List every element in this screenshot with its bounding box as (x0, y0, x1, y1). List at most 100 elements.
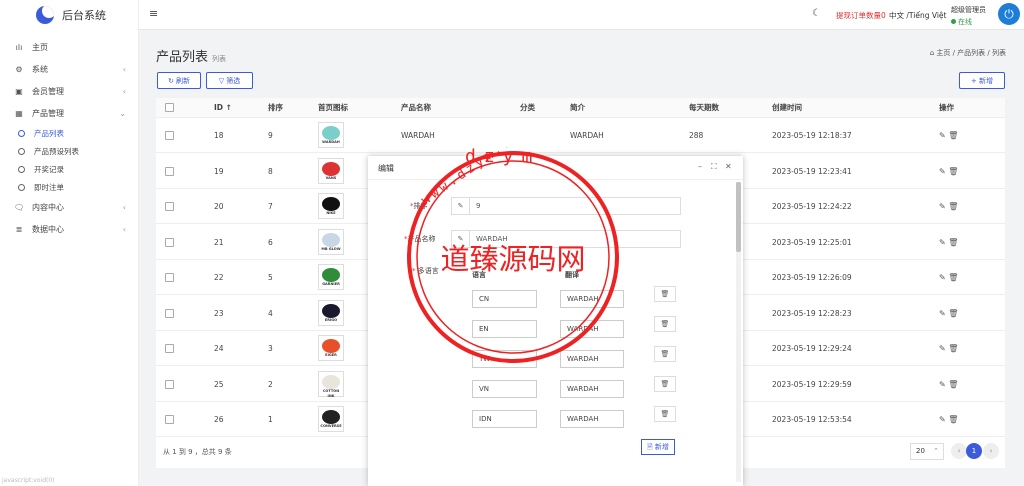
lang-input[interactable]: TW (472, 350, 537, 368)
table-row: 18 9 WARDAH WARDAH WARDAH 288 2023-05-19 12:18… (156, 118, 1005, 153)
lang-input[interactable]: CN (472, 290, 537, 308)
sidebar-subitem-live-bets[interactable]: 即时注单 (0, 178, 138, 196)
row-checkbox[interactable] (165, 379, 174, 389)
sidebar-item-products[interactable]: ▦ 产品管理 ⌄ (0, 102, 138, 124)
edit-icon[interactable]: ✎ (939, 273, 946, 282)
trash-icon[interactable]: 🗑 (948, 131, 958, 140)
lang-input[interactable]: VN (472, 380, 537, 398)
product-logo: MB GLOW (318, 228, 344, 255)
minimize-button[interactable]: – (698, 162, 702, 171)
cell-created: 2023-05-19 12:24:22 (772, 202, 852, 211)
sort-input[interactable]: 9 (469, 197, 681, 215)
row-checkbox[interactable] (165, 308, 174, 318)
sidebar-item-data[interactable]: ≣ 数据中心 ‹ (0, 218, 138, 240)
trash-icon[interactable]: 🗑 (948, 344, 958, 353)
trash-icon[interactable]: 🗑 (948, 380, 958, 389)
row-checkbox[interactable] (165, 344, 174, 353)
cell-created: 2023-05-19 12:28:23 (772, 308, 852, 318)
withdraw-alert[interactable]: 提现订单数量0 (836, 10, 886, 21)
chevron-left-icon: ‹ (122, 64, 126, 74)
trash-icon[interactable]: 🗑 (948, 309, 958, 318)
trash-icon[interactable]: 🗑 (948, 238, 958, 247)
sidebar-item-system[interactable]: ⚙ 系统 ‹ (0, 58, 138, 80)
circle-icon (18, 129, 25, 137)
row-checkbox[interactable] (165, 415, 174, 424)
sidebar-item-content[interactable]: 🗨 内容中心 ‹ (0, 196, 138, 218)
edit-icon[interactable]: ✎ (939, 131, 946, 140)
close-button[interactable]: ✕ (725, 162, 732, 171)
row-checkbox[interactable] (165, 273, 174, 282)
edit-icon[interactable]: ✎ (939, 415, 946, 424)
delete-lang-button[interactable]: 🗑 (654, 376, 676, 392)
brand-logo-mark (322, 232, 340, 247)
online-status: 在线 (951, 17, 986, 27)
refresh-button[interactable]: ↻ 刷新 (157, 72, 201, 89)
row-checkbox[interactable] (165, 202, 174, 211)
row-checkbox[interactable] (165, 237, 174, 247)
page-button-current[interactable]: 1 (966, 443, 982, 459)
edit-icon[interactable]: ✎ (939, 167, 946, 176)
table-header: ID ↑ 排序 首页图标 产品名称 分类 简介 每天期数 创建时间 操作 (156, 98, 1005, 118)
delete-lang-button[interactable]: 🗑 (654, 346, 676, 362)
app-logo[interactable]: 后台系统 (0, 0, 138, 30)
sidebar-item-home[interactable]: ılı 主页 (0, 36, 138, 58)
bar-chart-icon: ılı (15, 42, 23, 52)
delete-lang-button[interactable]: 🗑 (654, 286, 676, 302)
add-language-button[interactable]: 🗎 新增 (641, 439, 675, 455)
trash-icon[interactable]: 🗑 (948, 167, 958, 176)
prev-page-button[interactable]: ‹ (951, 443, 967, 459)
delete-lang-button[interactable]: 🗑 (654, 406, 676, 422)
row-checkbox[interactable] (165, 131, 174, 140)
lang-input[interactable]: EN (472, 320, 537, 338)
trash-icon[interactable]: 🗑 (948, 202, 958, 211)
edit-icon[interactable]: ✎ (939, 380, 946, 389)
admin-info[interactable]: 超级管理员 在线 (951, 5, 986, 27)
row-checkbox[interactable] (165, 166, 174, 176)
cell-created: 2023-05-19 12:23:41 (772, 166, 852, 176)
lang-input[interactable]: IDN (472, 410, 537, 428)
col-actions: 操作 (939, 103, 954, 112)
sidebar-subitem-product-list[interactable]: 产品列表 (0, 124, 138, 142)
sidebar-subitem-product-presets[interactable]: 产品预设列表 (0, 142, 138, 160)
maximize-button[interactable]: ⛶ (711, 162, 717, 172)
brand-logo-mark (322, 410, 340, 424)
menu-toggle-icon[interactable]: ≡ (149, 7, 158, 20)
trash-icon[interactable]: 🗑 (948, 273, 958, 282)
next-page-button[interactable]: › (983, 443, 999, 459)
page-size-select[interactable]: 20 ⌃ (910, 443, 944, 460)
translation-input[interactable]: WARDAH (560, 350, 624, 368)
row-actions: ✎ 🗑 (939, 118, 958, 153)
col-id[interactable]: ID ↑ (214, 98, 232, 118)
edit-icon[interactable]: ✎ (939, 202, 946, 211)
modal-scrollbar[interactable] (736, 182, 741, 482)
cell-id: 25 (214, 379, 224, 389)
select-all-checkbox[interactable] (165, 103, 174, 112)
translation-input[interactable]: WARDAH (560, 320, 624, 338)
sidebar-subitem-draw-records[interactable]: 开奖记录 (0, 160, 138, 178)
pencil-icon: ✎ (451, 197, 469, 215)
cell-sort: 8 (268, 166, 273, 176)
moon-icon[interactable]: ☾ (812, 8, 821, 19)
circle-icon (18, 165, 25, 173)
translation-input[interactable]: WARDAH (560, 290, 624, 308)
translation-input[interactable]: WARDAH (560, 410, 624, 428)
delete-lang-button[interactable]: 🗑 (654, 316, 676, 332)
translation-input[interactable]: WARDAH (560, 380, 624, 398)
sidebar-item-members[interactable]: ▣ 会员管理 ‹ (0, 80, 138, 102)
power-icon[interactable]: ⏻ (998, 3, 1020, 25)
scrollbar-thumb[interactable] (736, 182, 741, 252)
edit-icon[interactable]: ✎ (939, 238, 946, 247)
grid-icon: ▦ (15, 108, 23, 118)
add-button[interactable]: + 新增 (959, 72, 1005, 89)
edit-icon[interactable]: ✎ (939, 309, 946, 318)
brand-logo-mark (322, 303, 340, 318)
brand-logo-text: GARNIER (322, 282, 340, 286)
edit-icon[interactable]: ✎ (939, 344, 946, 353)
col-icon: 首页图标 (318, 103, 348, 112)
language-switch[interactable]: 中文 /Tiếng Việt (889, 10, 946, 21)
trash-icon[interactable]: 🗑 (948, 415, 958, 424)
brand-logo-text: COTTON INK (322, 388, 340, 398)
filter-button[interactable]: ▽ 筛选 (206, 72, 253, 89)
product-name-input[interactable]: WARDAH (469, 230, 681, 248)
cell-sort: 5 (268, 273, 273, 282)
